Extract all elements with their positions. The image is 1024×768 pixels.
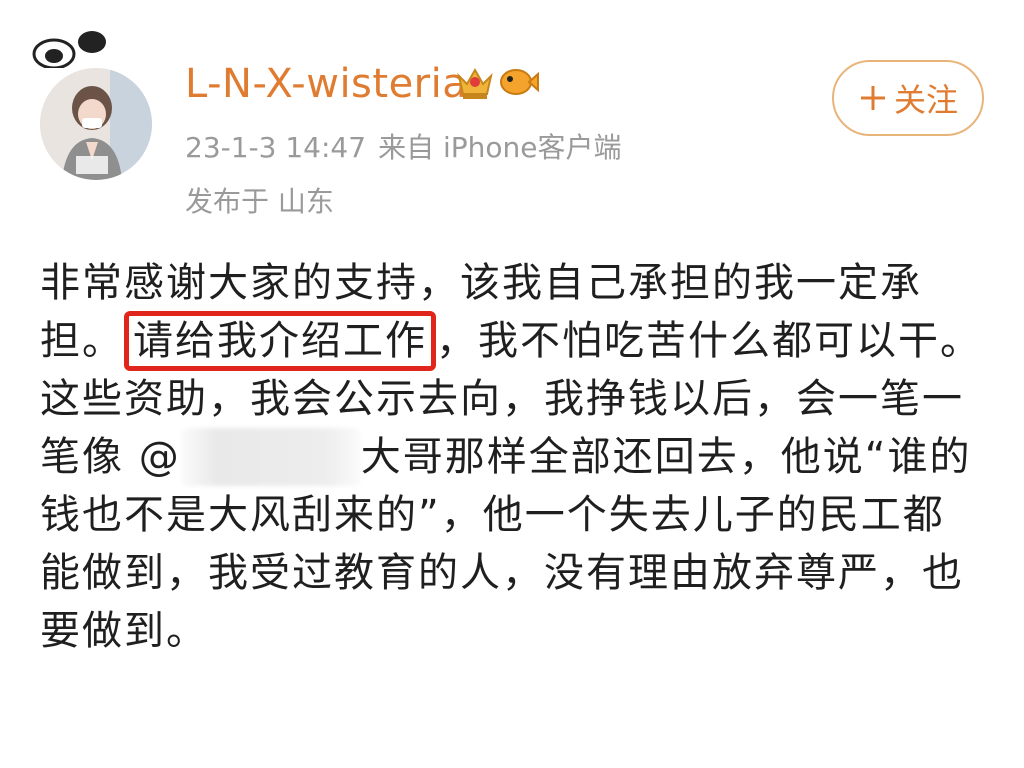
avatar[interactable]: [32, 28, 152, 180]
crown-badge-icon: [457, 67, 493, 99]
post-text: 大哥那样全部还回去，他说“谁的: [360, 434, 972, 480]
post-location: 发布于 山东: [185, 185, 334, 218]
panda-ears-icon: [32, 31, 106, 68]
post-source: 来自 iPhone客户端: [378, 131, 622, 164]
post-text: 担。: [40, 318, 124, 364]
post-timestamp: 23-1-3 14:47: [185, 131, 367, 164]
post-line: 担。 请给我介绍工作 ，我不怕吃苦什么都可以干。: [40, 311, 1000, 371]
post-body: 非常感谢大家的支持，该我自己承担的我一定承 担。 请给我介绍工作 ，我不怕吃苦什么都…: [40, 254, 1000, 660]
post-line: 要做到。: [40, 608, 208, 654]
username[interactable]: L-N-X-wisteria: [185, 56, 467, 112]
post-text: ，我不怕吃苦什么都可以干。: [436, 318, 982, 364]
follow-label: 关注: [893, 81, 958, 119]
blurred-mention: [180, 428, 361, 486]
weibo-post: L-N-X-wisteria 23-1-3 14:47 来自 iPhone客户端 …: [0, 0, 1024, 768]
follow-button[interactable]: 关注: [832, 60, 984, 136]
post-line: 钱也不是大风刮来的”，他一个失去儿子的民工都: [40, 492, 945, 538]
post-line: 这些资助，我会公示去向，我挣钱以后，会一笔一: [40, 376, 964, 422]
plus-icon: [860, 86, 885, 110]
post-line: 非常感谢大家的支持，该我自己承担的我一定承: [40, 260, 922, 306]
post-text: 笔像 @: [40, 434, 181, 480]
avatar-photo: [40, 68, 152, 180]
highlighted-text: 请给我介绍工作: [124, 311, 436, 371]
post-line: 笔像 @ 大哥那样全部还回去，他说“谁的: [40, 428, 1000, 486]
post-line: 能做到，我受过教育的人，没有理由放弃尊严，也: [40, 550, 964, 596]
post-meta: 23-1-3 14:47 来自 iPhone客户端: [185, 128, 633, 168]
fish-badge-icon: [500, 69, 539, 95]
